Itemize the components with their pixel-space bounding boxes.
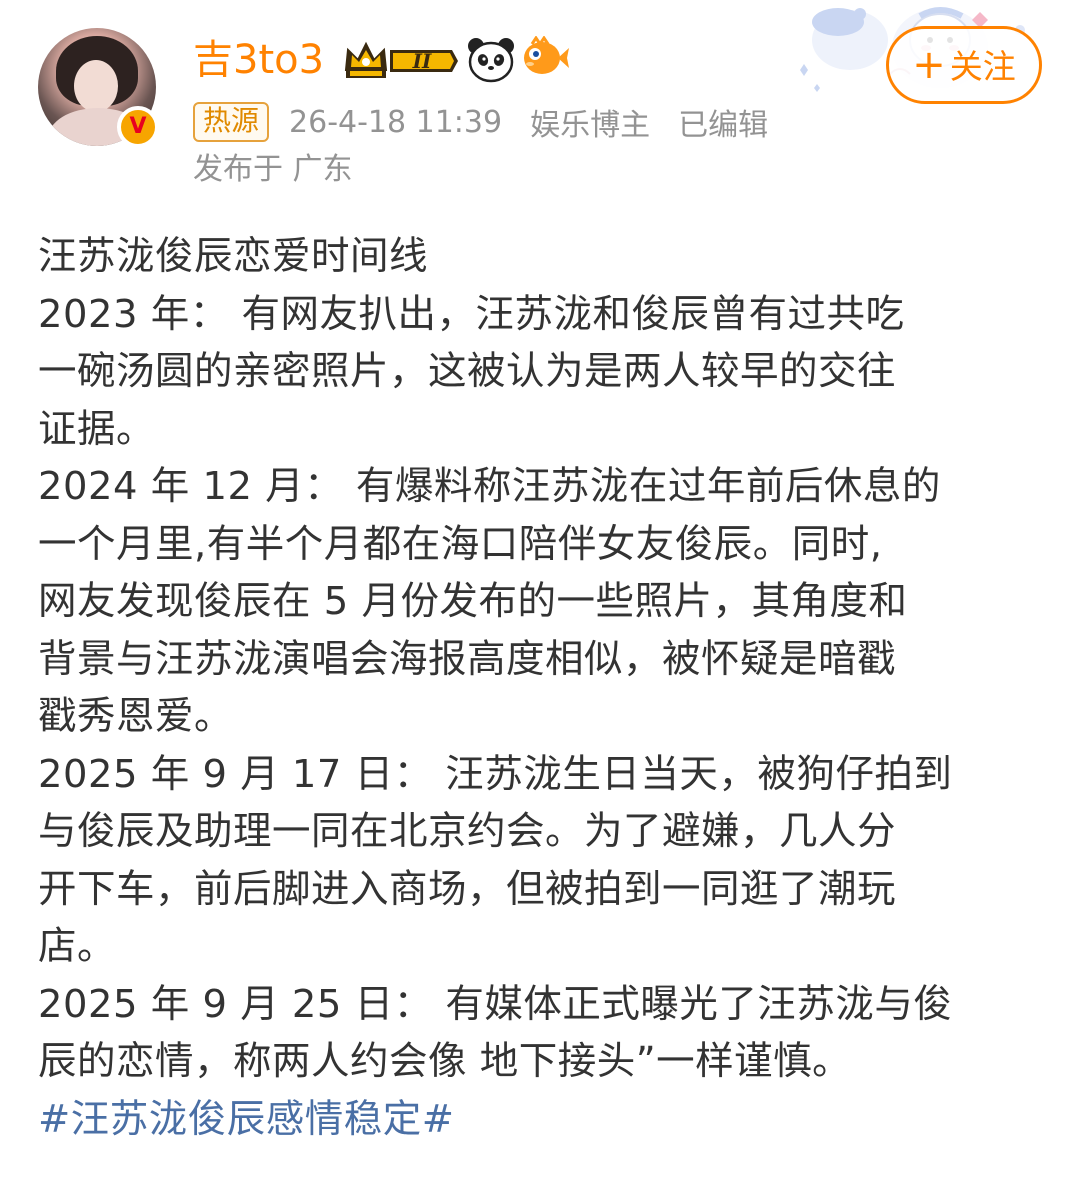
- post-line: 证据。: [38, 406, 156, 452]
- verified-v-icon: V: [117, 106, 159, 148]
- post-timestamp: 26-4-18 11:39: [289, 104, 503, 140]
- hashtag-link[interactable]: #汪苏泷俊辰感情稳定#: [38, 1091, 1048, 1149]
- post-header: V 吉3to3 II + 关注 热源 26-4-18 11:39 娱乐博主 已编…: [0, 0, 1080, 215]
- post-body: 汪苏泷俊辰恋爱时间线 2023 年： 有网友扒出，汪苏泷和俊辰曾有过共吃 一碗汤…: [38, 228, 1048, 1148]
- post-line: 2025 年 9 月 25 日： 有媒体正式曝光了汪苏泷与俊: [38, 981, 953, 1027]
- plus-icon: +: [912, 42, 946, 88]
- post-line: 辰的恋情，称两人约会像 地下接头”一样谨慎。: [38, 1039, 852, 1084]
- panda-icon[interactable]: [466, 36, 516, 84]
- post-line: 背景与汪苏泷演唱会海报高度相似，被怀疑是暗戳: [38, 636, 897, 682]
- post-location: 发布于 广东: [193, 152, 353, 187]
- post-line: 与俊辰及助理一同在北京约会。为了避嫌，几人分: [38, 809, 897, 854]
- username[interactable]: 吉3to3: [193, 34, 324, 86]
- post-line: 戳秀恩爱。: [38, 694, 234, 739]
- post-line: 开下车，前后脚进入商场，但被拍到一同逛了潮玩: [38, 866, 897, 912]
- post-line: 汪苏泷俊辰恋爱时间线: [38, 234, 429, 279]
- post-line: 2023 年： 有网友扒出，汪苏泷和俊辰曾有过共吃: [38, 291, 905, 337]
- follow-button[interactable]: + 关注: [886, 26, 1042, 104]
- post-line: 一碗汤圆的亲密照片，这被认为是两人较早的交往: [38, 349, 897, 394]
- follow-button-label: 关注: [949, 47, 1016, 86]
- avatar-face: [74, 60, 118, 112]
- post-line: 2025 年 9 月 17 日： 汪苏泷生日当天，被狗仔拍到: [38, 751, 953, 797]
- hot-source-tag[interactable]: 热源: [193, 102, 270, 142]
- crown-level-text: II: [412, 49, 432, 73]
- post-line: 网友发现俊辰在 5 月份发布的一些照片，其角度和: [38, 579, 908, 624]
- author-role: 娱乐博主: [530, 108, 651, 143]
- edited-label[interactable]: 已编辑: [678, 100, 768, 144]
- post-line: 店。: [38, 924, 117, 969]
- post-line: 一个月里,有半个月都在海口陪伴女友俊辰。同时,: [38, 521, 883, 567]
- post-line: 2024 年 12 月： 有爆料称汪苏泷在过年前后休息的: [38, 464, 941, 509]
- crown-level-badge-icon[interactable]: II: [342, 40, 460, 82]
- fish-icon[interactable]: [522, 36, 570, 80]
- post-meta: 热源 26-4-18 11:39 娱乐博主 已编辑: [193, 100, 768, 144]
